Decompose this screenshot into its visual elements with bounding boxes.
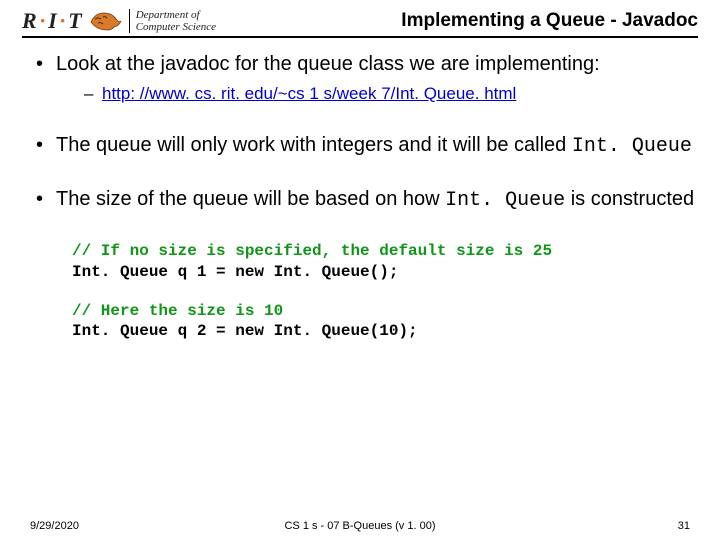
code-block-2: // Here the size is 10 Int. Queue q 2 = …: [72, 301, 698, 343]
sub-list-1: http: //www. cs. rit. edu/~cs 1 s/week 7…: [56, 83, 698, 105]
bullet-list: Look at the javadoc for the queue class …: [22, 52, 698, 213]
bullet-1: Look at the javadoc for the queue class …: [36, 52, 698, 105]
tiger-icon: [89, 10, 123, 32]
slide-footer: 9/29/2020 CS 1 s - 07 B-Queues (v 1. 00)…: [0, 520, 720, 532]
rit-dot-icon: ·: [60, 8, 67, 34]
department-label: Department of Computer Science: [129, 9, 216, 33]
sub-bullet-link: http: //www. cs. rit. edu/~cs 1 s/week 7…: [84, 83, 698, 105]
code-comment-2: // Here the size is 10: [72, 302, 283, 320]
rit-logo: R · I · T: [22, 8, 83, 34]
code-line-2: Int. Queue q 2 = new Int. Queue(10);: [72, 322, 418, 340]
rit-letter-r: R: [22, 8, 38, 34]
rit-letter-i: I: [48, 8, 58, 34]
javadoc-link[interactable]: http: //www. cs. rit. edu/~cs 1 s/week 7…: [102, 84, 516, 103]
bullet-2-code: Int. Queue: [572, 135, 692, 158]
slide: R · I · T Department of Computer Science…: [0, 0, 720, 540]
bullet-3-code: Int. Queue: [445, 189, 565, 212]
bullet-1-text: Look at the javadoc for the queue class …: [56, 53, 600, 75]
slide-header: R · I · T Department of Computer Science…: [22, 8, 698, 38]
rit-dot-icon: ·: [40, 8, 47, 34]
footer-center: CS 1 s - 07 B-Queues (v 1. 00): [0, 520, 720, 532]
code-block-1: // If no size is specified, the default …: [72, 241, 698, 283]
logo-group: R · I · T Department of Computer Science: [22, 8, 216, 34]
dept-line-1: Department of: [136, 9, 216, 21]
bullet-2: The queue will only work with integers a…: [36, 133, 698, 159]
dept-line-2: Computer Science: [136, 21, 216, 33]
slide-title: Implementing a Queue - Javadoc: [401, 10, 698, 34]
bullet-2-text-a: The queue will only work with integers a…: [56, 134, 572, 156]
rit-letter-t: T: [68, 8, 82, 34]
code-line-1: Int. Queue q 1 = new Int. Queue();: [72, 263, 398, 281]
code-comment-1: // If no size is specified, the default …: [72, 242, 552, 260]
bullet-3: The size of the queue will be based on h…: [36, 187, 698, 213]
bullet-3-text-c: is constructed: [565, 188, 694, 210]
bullet-3-text-a: The size of the queue will be based on h…: [56, 188, 445, 210]
